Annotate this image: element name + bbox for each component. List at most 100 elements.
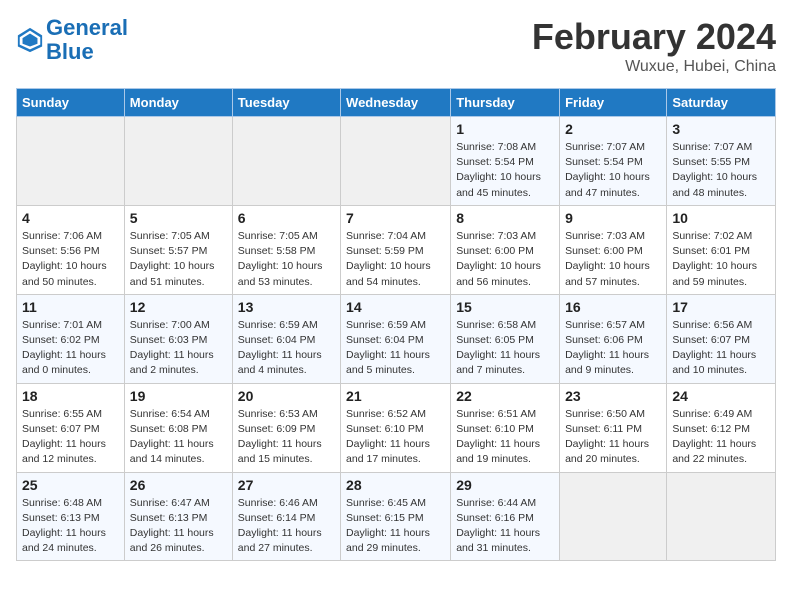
day-info: Sunrise: 6:57 AM Sunset: 6:06 PM Dayligh… [565, 318, 661, 379]
day-info: Sunrise: 6:59 AM Sunset: 6:04 PM Dayligh… [346, 318, 445, 379]
day-number: 17 [672, 299, 770, 315]
weekday-tuesday: Tuesday [232, 89, 340, 117]
calendar-cell: 25Sunrise: 6:48 AM Sunset: 6:13 PM Dayli… [17, 472, 125, 561]
calendar-location: Wuxue, Hubei, China [532, 58, 776, 76]
calendar-cell: 9 Sunrise: 7:03 AM Sunset: 6:00 PM Daylig… [560, 205, 667, 294]
day-number: 15 [456, 299, 554, 315]
calendar-cell [124, 117, 232, 206]
weekday-wednesday: Wednesday [341, 89, 451, 117]
day-info: Sunrise: 7:03 AM Sunset: 6:00 PM Dayligh… [456, 229, 554, 290]
day-info: Sunrise: 6:55 AM Sunset: 6:07 PM Dayligh… [22, 407, 119, 468]
calendar-cell: 14 Sunrise: 6:59 AM Sunset: 6:04 PM Dayli… [341, 294, 451, 383]
day-info: Sunrise: 7:06 AM Sunset: 5:56 PM Dayligh… [22, 229, 119, 290]
day-number: 11 [22, 299, 119, 315]
day-number: 9 [565, 210, 661, 226]
day-info: Sunrise: 6:53 AM Sunset: 6:09 PM Dayligh… [238, 407, 335, 468]
day-number: 13 [238, 299, 335, 315]
calendar-cell: 2 Sunrise: 7:07 AM Sunset: 5:54 PM Daylig… [560, 117, 667, 206]
weekday-header-row: SundayMondayTuesdayWednesdayThursdayFrid… [17, 89, 776, 117]
calendar-cell: 27Sunrise: 6:46 AM Sunset: 6:14 PM Dayli… [232, 472, 340, 561]
day-info: Sunrise: 7:05 AM Sunset: 5:58 PM Dayligh… [238, 229, 335, 290]
day-info: Sunrise: 6:50 AM Sunset: 6:11 PM Dayligh… [565, 407, 661, 468]
day-number: 14 [346, 299, 445, 315]
calendar-cell: 17Sunrise: 6:56 AM Sunset: 6:07 PM Dayli… [667, 294, 776, 383]
day-info: Sunrise: 7:01 AM Sunset: 6:02 PM Dayligh… [22, 318, 119, 379]
day-number: 12 [130, 299, 227, 315]
day-info: Sunrise: 6:51 AM Sunset: 6:10 PM Dayligh… [456, 407, 554, 468]
day-number: 26 [130, 477, 227, 493]
day-info: Sunrise: 7:07 AM Sunset: 5:54 PM Dayligh… [565, 140, 661, 201]
day-number: 28 [346, 477, 445, 493]
calendar-cell: 7 Sunrise: 7:04 AM Sunset: 5:59 PM Daylig… [341, 205, 451, 294]
calendar-cell: 23 Sunrise: 6:50 AM Sunset: 6:11 PM Dayli… [560, 383, 667, 472]
calendar-cell: 20 Sunrise: 6:53 AM Sunset: 6:09 PM Dayli… [232, 383, 340, 472]
day-number: 4 [22, 210, 119, 226]
calendar-cell: 12 Sunrise: 7:00 AM Sunset: 6:03 PM Dayli… [124, 294, 232, 383]
calendar-cell: 6 Sunrise: 7:05 AM Sunset: 5:58 PM Daylig… [232, 205, 340, 294]
calendar-cell: 18 Sunrise: 6:55 AM Sunset: 6:07 PM Dayli… [17, 383, 125, 472]
calendar-title: February 2024 [532, 16, 776, 58]
day-number: 7 [346, 210, 445, 226]
day-number: 22 [456, 388, 554, 404]
calendar-week-4: 18 Sunrise: 6:55 AM Sunset: 6:07 PM Dayli… [17, 383, 776, 472]
day-info: Sunrise: 6:45 AM Sunset: 6:15 PM Dayligh… [346, 496, 445, 557]
calendar-cell: 8 Sunrise: 7:03 AM Sunset: 6:00 PM Daylig… [451, 205, 560, 294]
weekday-friday: Friday [560, 89, 667, 117]
day-number: 8 [456, 210, 554, 226]
calendar-cell: 3 Sunrise: 7:07 AM Sunset: 5:55 PM Daylig… [667, 117, 776, 206]
calendar-cell [667, 472, 776, 561]
calendar-header: SundayMondayTuesdayWednesdayThursdayFrid… [17, 89, 776, 117]
calendar-cell: 26 Sunrise: 6:47 AM Sunset: 6:13 PM Dayli… [124, 472, 232, 561]
day-info: Sunrise: 6:49 AM Sunset: 6:12 PM Dayligh… [672, 407, 770, 468]
day-info: Sunrise: 6:58 AM Sunset: 6:05 PM Dayligh… [456, 318, 554, 379]
calendar-cell [232, 117, 340, 206]
day-info: Sunrise: 7:02 AM Sunset: 6:01 PM Dayligh… [672, 229, 770, 290]
calendar-cell: 29 Sunrise: 6:44 AM Sunset: 6:16 PM Dayli… [451, 472, 560, 561]
calendar-cell: 19Sunrise: 6:54 AM Sunset: 6:08 PM Dayli… [124, 383, 232, 472]
day-info: Sunrise: 7:08 AM Sunset: 5:54 PM Dayligh… [456, 140, 554, 201]
calendar-week-1: 1Sunrise: 7:08 AM Sunset: 5:54 PM Daylig… [17, 117, 776, 206]
page-header: GeneralBlue February 2024 Wuxue, Hubei, … [16, 16, 776, 76]
calendar-cell [341, 117, 451, 206]
calendar-cell: 22 Sunrise: 6:51 AM Sunset: 6:10 PM Dayli… [451, 383, 560, 472]
day-number: 16 [565, 299, 661, 315]
day-number: 29 [456, 477, 554, 493]
day-number: 6 [238, 210, 335, 226]
day-info: Sunrise: 7:04 AM Sunset: 5:59 PM Dayligh… [346, 229, 445, 290]
calendar-cell: 24Sunrise: 6:49 AM Sunset: 6:12 PM Dayli… [667, 383, 776, 472]
calendar-cell: 15 Sunrise: 6:58 AM Sunset: 6:05 PM Dayli… [451, 294, 560, 383]
weekday-sunday: Sunday [17, 89, 125, 117]
day-info: Sunrise: 6:54 AM Sunset: 6:08 PM Dayligh… [130, 407, 227, 468]
calendar-cell: 21Sunrise: 6:52 AM Sunset: 6:10 PM Dayli… [341, 383, 451, 472]
calendar-week-5: 25Sunrise: 6:48 AM Sunset: 6:13 PM Dayli… [17, 472, 776, 561]
day-info: Sunrise: 7:03 AM Sunset: 6:00 PM Dayligh… [565, 229, 661, 290]
day-number: 3 [672, 121, 770, 137]
day-number: 2 [565, 121, 661, 137]
logo: GeneralBlue [16, 16, 128, 64]
day-info: Sunrise: 7:00 AM Sunset: 6:03 PM Dayligh… [130, 318, 227, 379]
day-info: Sunrise: 7:05 AM Sunset: 5:57 PM Dayligh… [130, 229, 227, 290]
calendar-cell [560, 472, 667, 561]
weekday-saturday: Saturday [667, 89, 776, 117]
calendar-cell: 13Sunrise: 6:59 AM Sunset: 6:04 PM Dayli… [232, 294, 340, 383]
day-number: 21 [346, 388, 445, 404]
calendar-body: 1Sunrise: 7:08 AM Sunset: 5:54 PM Daylig… [17, 117, 776, 561]
day-info: Sunrise: 6:47 AM Sunset: 6:13 PM Dayligh… [130, 496, 227, 557]
calendar-table: SundayMondayTuesdayWednesdayThursdayFrid… [16, 88, 776, 561]
calendar-cell: 10 Sunrise: 7:02 AM Sunset: 6:01 PM Dayli… [667, 205, 776, 294]
day-info: Sunrise: 6:48 AM Sunset: 6:13 PM Dayligh… [22, 496, 119, 557]
day-number: 10 [672, 210, 770, 226]
calendar-cell: 16 Sunrise: 6:57 AM Sunset: 6:06 PM Dayli… [560, 294, 667, 383]
day-number: 5 [130, 210, 227, 226]
calendar-cell: 5 Sunrise: 7:05 AM Sunset: 5:57 PM Daylig… [124, 205, 232, 294]
day-number: 18 [22, 388, 119, 404]
day-number: 20 [238, 388, 335, 404]
day-info: Sunrise: 7:07 AM Sunset: 5:55 PM Dayligh… [672, 140, 770, 201]
calendar-week-2: 4 Sunrise: 7:06 AM Sunset: 5:56 PM Daylig… [17, 205, 776, 294]
calendar-cell [17, 117, 125, 206]
day-info: Sunrise: 6:44 AM Sunset: 6:16 PM Dayligh… [456, 496, 554, 557]
day-info: Sunrise: 6:46 AM Sunset: 6:14 PM Dayligh… [238, 496, 335, 557]
calendar-week-3: 11 Sunrise: 7:01 AM Sunset: 6:02 PM Dayli… [17, 294, 776, 383]
day-number: 23 [565, 388, 661, 404]
logo-text: GeneralBlue [46, 16, 128, 64]
